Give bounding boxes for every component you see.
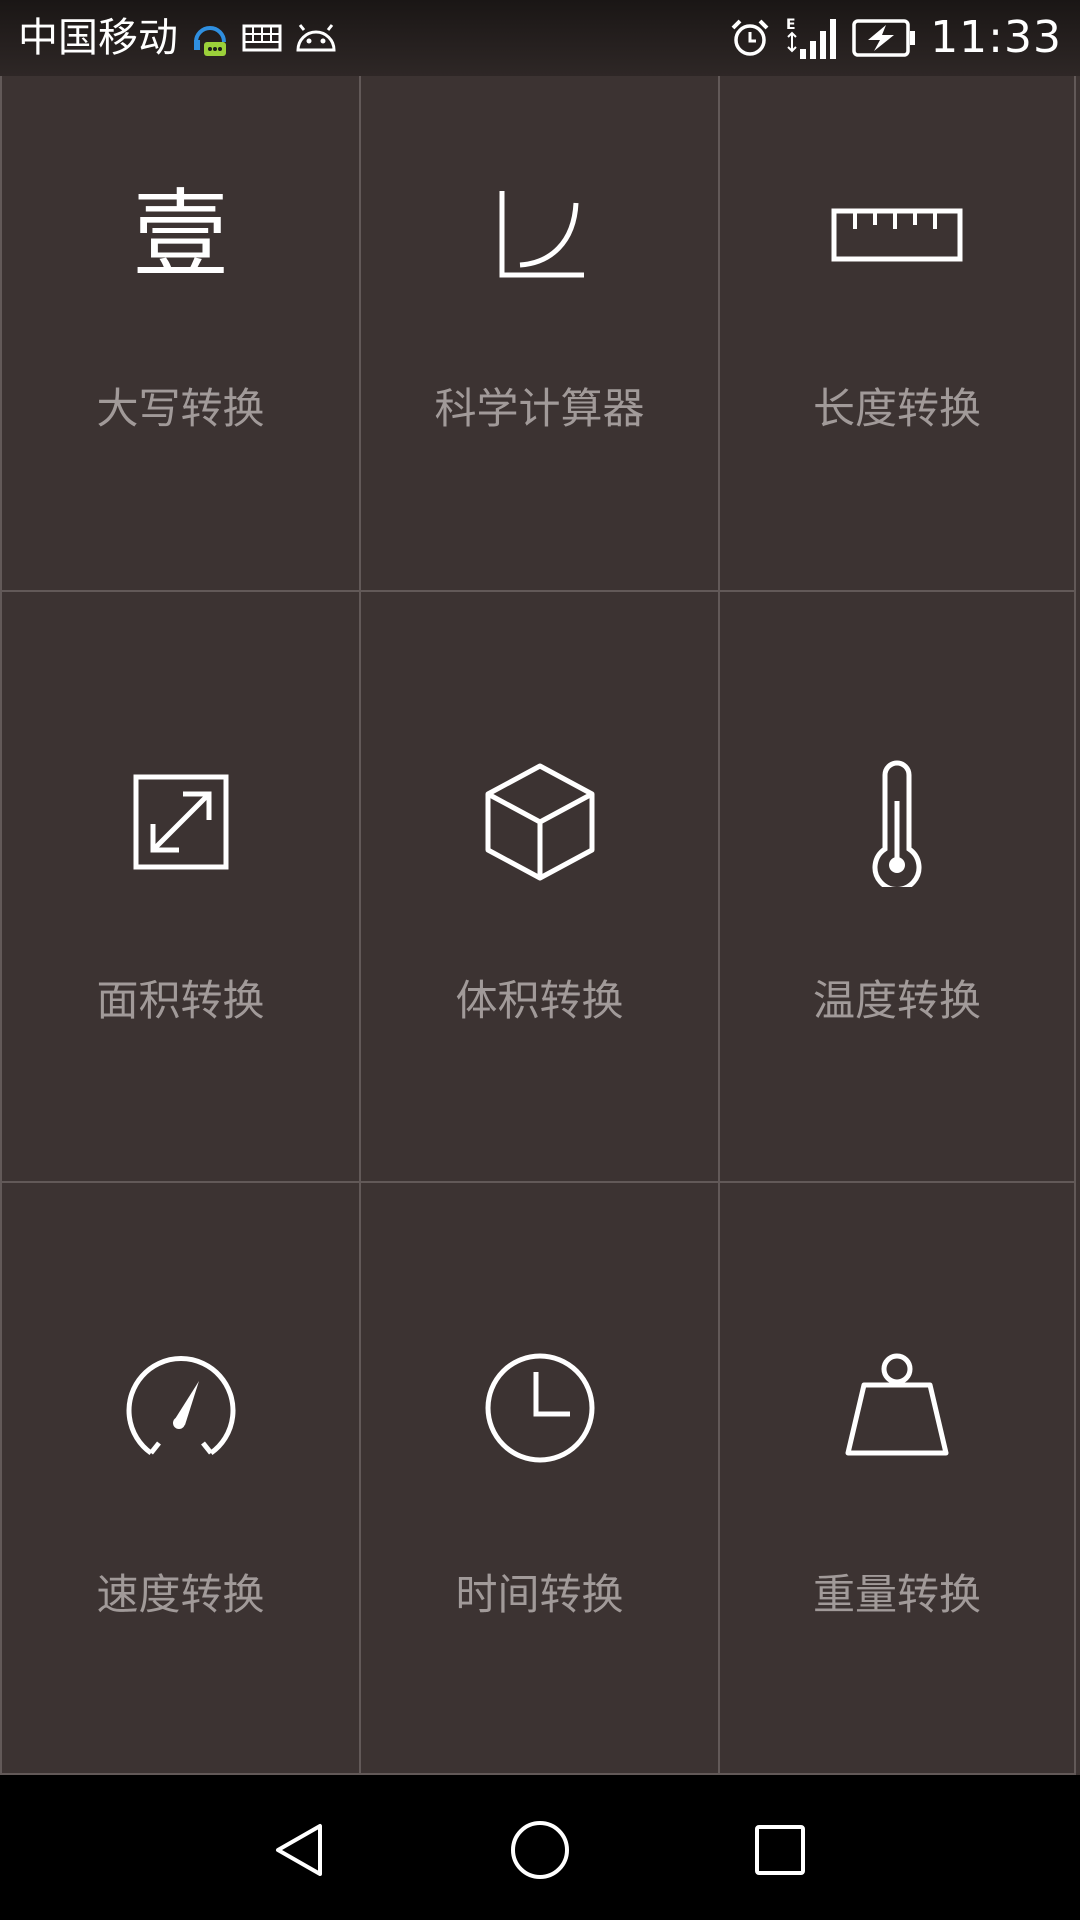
tile-label: 体积转换 <box>455 976 624 1025</box>
recents-button[interactable] <box>735 1805 825 1895</box>
speedometer-icon <box>111 1348 251 1468</box>
tile-label: 重量转换 <box>812 1570 981 1619</box>
tile-speed-conversion[interactable]: 速度转换 <box>0 1183 359 1775</box>
svg-text:E: E <box>786 17 796 33</box>
back-icon <box>276 1824 322 1876</box>
status-clock: 11:33 <box>930 12 1062 63</box>
battery-charging-icon <box>852 18 916 58</box>
thermometer-icon <box>827 760 967 887</box>
cube-icon <box>470 762 610 882</box>
tile-length-conversion[interactable]: 长度转换 <box>718 0 1076 592</box>
home-button[interactable] <box>495 1805 585 1895</box>
ruler-icon <box>827 175 967 295</box>
tile-volume-conversion[interactable]: 体积转换 <box>359 592 718 1183</box>
tile-time-conversion[interactable]: 时间转换 <box>359 1183 718 1775</box>
tile-label: 长度转换 <box>812 384 981 433</box>
curve-graph-icon <box>470 175 610 295</box>
clock-icon <box>470 1348 610 1468</box>
alarm-icon <box>730 18 770 58</box>
tile-scientific-calculator[interactable]: 科学计算器 <box>359 0 718 592</box>
android-icon <box>294 24 338 52</box>
tile-label: 时间转换 <box>455 1570 624 1619</box>
tile-label: 科学计算器 <box>434 384 645 433</box>
carrier-name: 中国移动 <box>18 15 178 61</box>
status-left: 中国移动 <box>18 10 338 66</box>
assistant-icon <box>190 16 230 60</box>
tile-uppercase-conversion[interactable]: 壹 大写转换 <box>0 0 359 592</box>
tile-label: 面积转换 <box>96 976 265 1025</box>
tile-area-conversion[interactable]: 面积转换 <box>0 592 359 1183</box>
home-icon <box>511 1821 569 1879</box>
tile-weight-conversion[interactable]: 重量转换 <box>718 1183 1076 1775</box>
weight-icon <box>827 1348 967 1468</box>
tile-temperature-conversion[interactable]: 温度转换 <box>718 592 1076 1183</box>
status-bar: 中国移动 E 11:33 <box>0 0 1080 76</box>
signal-e-icon: E <box>784 15 838 61</box>
tile-label: 温度转换 <box>812 976 981 1025</box>
status-right: E 11:33 <box>730 10 1062 66</box>
tile-label: 大写转换 <box>96 384 265 433</box>
keyboard-icon <box>242 24 282 52</box>
resize-square-icon <box>111 762 251 882</box>
chinese-numeral-icon: 壹 <box>132 179 229 291</box>
back-button[interactable] <box>255 1805 345 1895</box>
recents-icon <box>755 1825 805 1875</box>
tile-label: 速度转换 <box>96 1570 265 1619</box>
tool-grid: 壹 大写转换 科学计算器 长度转换 面积转换 体积转换 温度转换 速度转换 时间… <box>0 0 1080 1775</box>
navigation-bar <box>0 1775 1080 1920</box>
